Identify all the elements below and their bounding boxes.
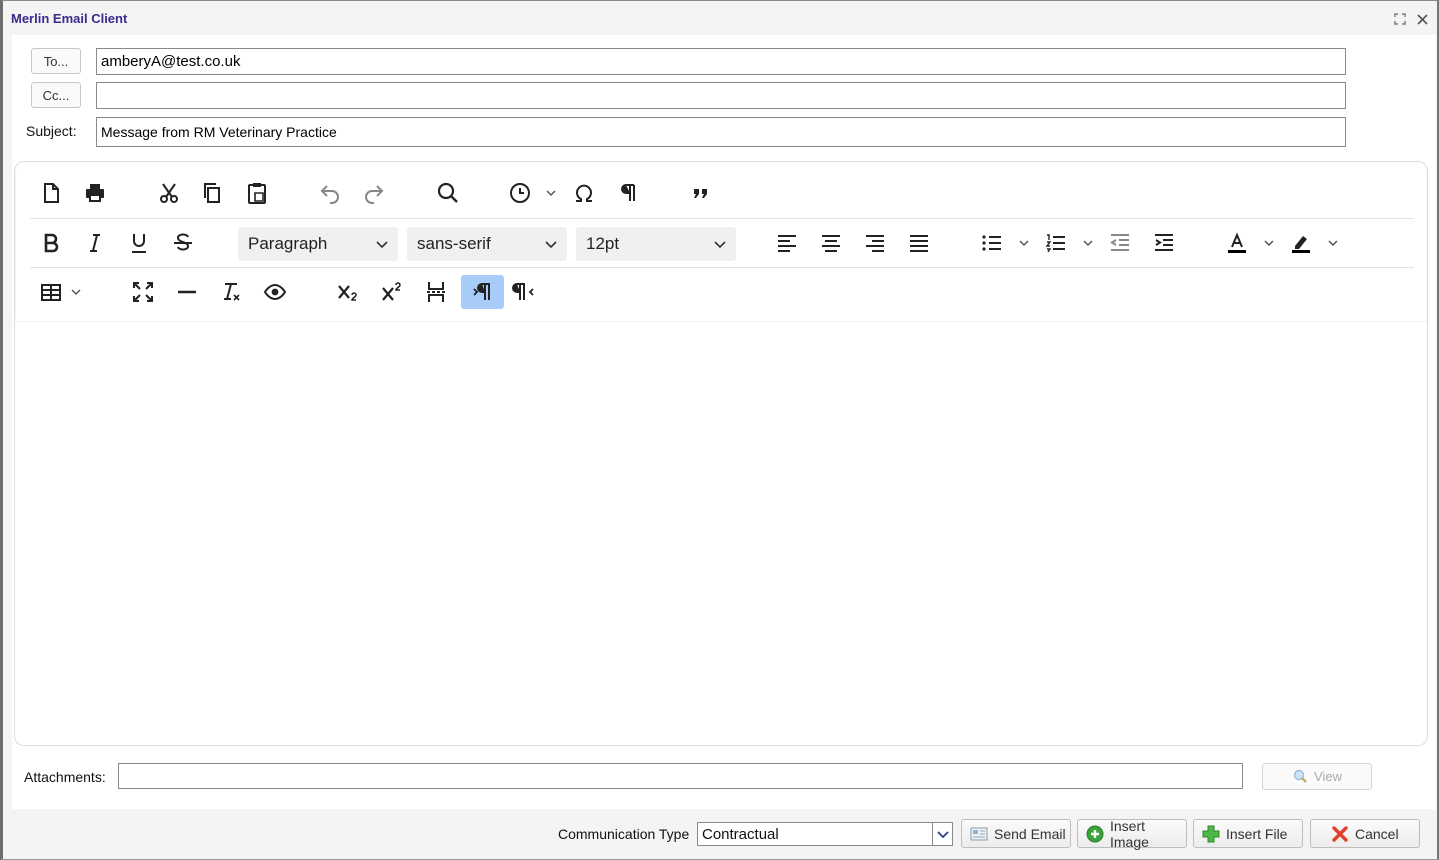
align-left-icon[interactable]: [770, 226, 804, 260]
attachments-label: Attachments:: [24, 769, 106, 785]
font-family-value: sans-serif: [417, 234, 491, 253]
send-email-icon: [970, 825, 988, 843]
cc-button[interactable]: Cc...: [31, 82, 81, 108]
superscript-icon[interactable]: [375, 275, 409, 309]
view-button-label: View: [1314, 769, 1342, 784]
close-icon[interactable]: [1415, 12, 1429, 26]
communication-type-select[interactable]: Contractual: [697, 822, 953, 846]
communication-type-value: Contractual: [702, 826, 779, 843]
send-email-label: Send Email: [994, 825, 1066, 842]
toolbar-row-2: Paragraph sans-serif 12pt: [30, 219, 1412, 267]
insert-image-label: Insert Image: [1110, 817, 1149, 850]
insert-file-label: Insert File: [1226, 825, 1288, 842]
chevron-down-icon: [376, 241, 388, 249]
subject-field[interactable]: Message from RM Veterinary Practice: [96, 117, 1346, 147]
maximize-icon[interactable]: [1393, 12, 1407, 26]
block-format-value: Paragraph: [248, 234, 328, 253]
preview-icon[interactable]: [258, 275, 292, 309]
attachments-field[interactable]: [118, 763, 1243, 789]
print-icon[interactable]: [78, 176, 112, 210]
subscript-icon[interactable]: [331, 275, 365, 309]
window-title: Merlin Email Client: [11, 11, 128, 26]
insert-file-button[interactable]: Insert File: [1193, 819, 1303, 848]
cut-icon[interactable]: [152, 176, 186, 210]
magnifier-icon: [1292, 769, 1308, 785]
rtl-icon[interactable]: [507, 275, 541, 309]
horizontal-rule-icon[interactable]: [170, 275, 204, 309]
cc-field[interactable]: [96, 82, 1346, 109]
chevron-down-icon: [714, 241, 726, 249]
title-bar: Merlin Email Client: [3, 1, 1437, 35]
view-button[interactable]: View: [1262, 763, 1372, 790]
highlight-color-icon[interactable]: [1284, 226, 1318, 260]
editor-body[interactable]: [16, 322, 1426, 742]
cancel-label: Cancel: [1355, 825, 1399, 842]
copy-icon[interactable]: [195, 176, 229, 210]
ltr-icon[interactable]: [461, 275, 504, 309]
redo-icon[interactable]: [357, 176, 391, 210]
italic-icon[interactable]: [78, 226, 112, 260]
rich-text-editor: Paragraph sans-serif 12pt: [14, 161, 1428, 746]
paste-icon[interactable]: [240, 176, 274, 210]
numbered-list-chevron-icon[interactable]: [1081, 236, 1095, 250]
editor-toolbar: Paragraph sans-serif 12pt: [16, 163, 1426, 321]
table-chevron-icon[interactable]: [69, 285, 83, 299]
numbered-list-icon[interactable]: [1039, 226, 1073, 260]
clear-formatting-icon[interactable]: [214, 275, 248, 309]
to-button[interactable]: To...: [31, 48, 81, 74]
email-client-window: Merlin Email Client To... amberyA@test.c…: [0, 0, 1439, 860]
show-blocks-icon[interactable]: [611, 176, 645, 210]
table-icon[interactable]: [34, 275, 68, 309]
page-break-icon[interactable]: [419, 275, 453, 309]
attachments-row: Attachments: View: [12, 749, 1436, 809]
cancel-button[interactable]: Cancel: [1310, 819, 1420, 848]
indent-icon[interactable]: [1147, 226, 1181, 260]
cancel-icon: [1331, 825, 1349, 843]
send-email-button[interactable]: Send Email: [961, 819, 1071, 848]
find-icon[interactable]: [431, 176, 465, 210]
communication-type-label: Communication Type: [558, 826, 690, 842]
text-color-icon[interactable]: [1220, 226, 1254, 260]
align-center-icon[interactable]: [814, 226, 848, 260]
toolbar-row-3: [30, 268, 1412, 316]
text-color-chevron-icon[interactable]: [1262, 236, 1276, 250]
align-right-icon[interactable]: [858, 226, 892, 260]
undo-icon[interactable]: [313, 176, 347, 210]
strikethrough-icon[interactable]: [166, 226, 200, 260]
bullet-list-icon[interactable]: [975, 226, 1009, 260]
highlight-color-chevron-icon[interactable]: [1326, 236, 1340, 250]
bullet-list-chevron-icon[interactable]: [1017, 236, 1031, 250]
special-character-icon[interactable]: [567, 176, 601, 210]
blockquote-icon[interactable]: [684, 176, 718, 210]
insert-datetime-icon[interactable]: [503, 176, 537, 210]
chevron-down-icon: [545, 241, 557, 249]
subject-label: Subject:: [26, 123, 77, 139]
new-document-icon[interactable]: [34, 176, 68, 210]
align-justify-icon[interactable]: [902, 226, 936, 260]
font-size-value: 12pt: [586, 234, 620, 253]
datetime-dropdown-chevron-icon[interactable]: [544, 186, 558, 200]
block-format-select[interactable]: Paragraph: [238, 227, 398, 261]
underline-icon[interactable]: [122, 226, 156, 260]
to-field[interactable]: amberyA@test.co.uk: [96, 48, 1346, 75]
insert-image-button[interactable]: Insert Image: [1077, 817, 1187, 850]
toolbar-row-1: [30, 169, 1412, 217]
font-size-select[interactable]: 12pt: [576, 227, 736, 261]
add-circle-icon: [1086, 825, 1104, 843]
fullscreen-icon[interactable]: [126, 275, 160, 309]
bold-icon[interactable]: [34, 226, 68, 260]
chevron-down-icon[interactable]: [932, 823, 952, 845]
plus-icon: [1202, 825, 1220, 843]
font-family-select[interactable]: sans-serif: [407, 227, 567, 261]
outdent-icon[interactable]: [1103, 226, 1137, 260]
